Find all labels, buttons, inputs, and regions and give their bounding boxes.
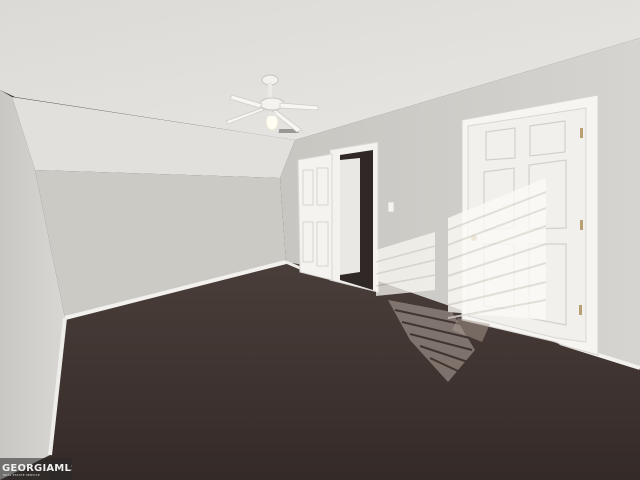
- hinge: [580, 220, 583, 230]
- mls-watermark: GEORGIAMLS REAL ESTATE SERVICE: [0, 458, 72, 480]
- hinge: [580, 128, 583, 138]
- light-switch[interactable]: [387, 201, 395, 213]
- hallway-door: [340, 158, 360, 275]
- watermark-tagline: REAL ESTATE SERVICE: [3, 473, 41, 477]
- hinge: [579, 305, 582, 315]
- room-photo: GEORGIAMLS REAL ESTATE SERVICE: [0, 0, 640, 480]
- room-illustration: [0, 0, 640, 480]
